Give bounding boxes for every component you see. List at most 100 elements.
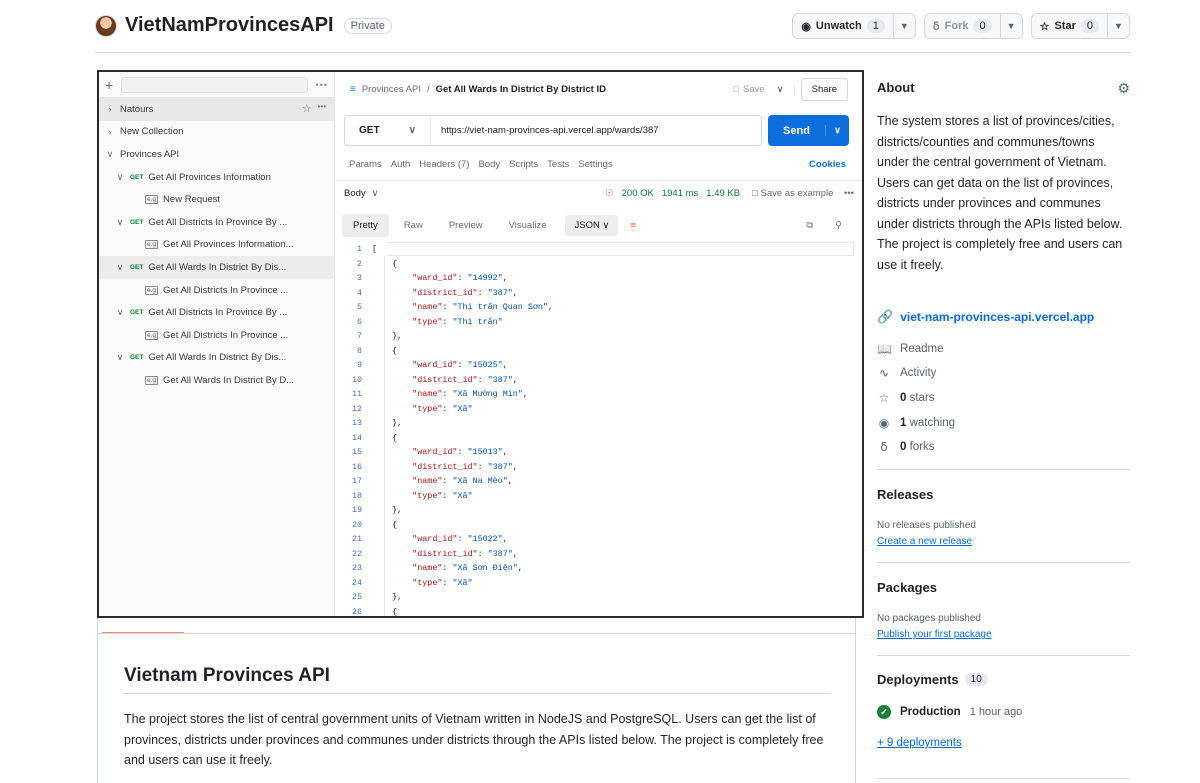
readme-link[interactable]: 📖 Readme <box>877 342 943 356</box>
deployments-heading[interactable]: Deployments 10 <box>877 672 988 687</box>
plus-icon: + <box>105 76 114 93</box>
star-dropdown-button[interactable]: ▼ <box>1107 14 1129 38</box>
json-punct <box>372 534 412 544</box>
tree-item-label: Get All Districts In Province By ... <box>148 216 288 228</box>
fork-button[interactable]: ẟ Fork 0 <box>925 14 1000 38</box>
request-tab: Tests <box>547 159 570 170</box>
chevron-down-icon: ∨ <box>106 148 114 159</box>
json-punct: : <box>442 389 453 400</box>
more-deployments-link[interactable]: + 9 deployments <box>877 737 962 749</box>
create-release-link[interactable]: Create a new release <box>877 536 972 547</box>
code-text: "name": "Xã Sơn Điện", <box>372 563 523 573</box>
view-tab: Raw <box>403 219 423 231</box>
deployments-count: 10 <box>964 673 988 686</box>
forks-link[interactable]: ẟ 0 forks <box>877 440 934 454</box>
tree-item-label: Provinces API <box>120 148 180 160</box>
tree-item: e.g Get All Wards In District By D... <box>99 369 334 392</box>
code-line: 24 "type": "Xã" <box>336 576 862 591</box>
activity-link[interactable]: ∿ Activity <box>877 366 936 380</box>
packages-heading[interactable]: Packages <box>877 580 937 595</box>
code-line: 23 "name": "Xã Sơn Điện", <box>336 561 862 576</box>
response-status: ☉ 200 OK 1941 ms 1.49 KB <box>605 188 740 199</box>
json-value: "15022" <box>467 534 503 545</box>
homepage-link[interactable]: 🔗 viet-nam-provinces-api.vercel.app <box>877 309 1094 325</box>
unwatch-button[interactable]: ◉ Unwatch 1 <box>793 14 893 38</box>
example-icon: e.g <box>145 285 159 295</box>
code-text: "ward_id": "15022", <box>372 534 508 544</box>
code-text: "type": "Xã" <box>372 577 472 588</box>
send-button: Send ∨ <box>768 115 849 146</box>
save-example-button: □ Save as example ••• <box>752 188 854 199</box>
gear-icon[interactable]: ⚙ <box>1117 80 1130 97</box>
packages-empty-text: No packages published <box>877 613 981 624</box>
response-bar: Body ∨ ☉ 200 OK 1941 ms 1.49 KB □ Save a… <box>336 180 862 206</box>
tree-item-actions: ☆ ••• <box>302 102 326 115</box>
code-highlight-line <box>388 242 854 256</box>
line-number: 11 <box>351 389 362 400</box>
json-key: "type" <box>412 490 443 501</box>
tree-item-label: New Collection <box>120 126 184 138</box>
line-number: 14 <box>351 432 362 443</box>
response-time: 1941 ms <box>661 188 699 199</box>
example-icon: e.g <box>145 195 159 205</box>
wrap-lines-icon: ≡ <box>630 219 636 231</box>
json-key: "district_id" <box>412 461 478 472</box>
code-text: "ward_id": "15025", <box>372 360 508 370</box>
code-line: 19 }, <box>336 503 862 518</box>
deployment-time: 1 hour ago <box>969 706 1023 718</box>
repo-name[interactable]: VietNamProvincesAPI <box>125 14 334 37</box>
line-number: 6 <box>356 316 362 327</box>
json-punct <box>372 491 412 501</box>
tree-item: e.g New Request <box>99 188 334 211</box>
json-punct <box>372 302 412 312</box>
unwatch-label: Unwatch <box>815 20 862 32</box>
star-button[interactable]: ☆ Star 0 <box>1032 14 1107 38</box>
tree-item-label: New Request <box>163 194 221 206</box>
json-key: "type" <box>412 577 443 588</box>
view-tab: Visualize <box>508 219 547 231</box>
watching-link[interactable]: ◉ 1 watching <box>877 416 955 430</box>
code-text: "district_id": "387", <box>372 549 518 559</box>
json-value: "Xã Sơn Điện" <box>452 563 518 574</box>
json-punct <box>372 317 412 327</box>
json-key: "district_id" <box>412 374 478 385</box>
code-text: "name": "Xã Na Mèo", <box>372 476 513 486</box>
json-punct: : <box>477 287 488 298</box>
json-punct <box>372 563 412 573</box>
code-line: 5 "name": "Thị trấn Quan Sơn", <box>336 300 862 315</box>
triangle-down-icon: ▼ <box>899 21 909 31</box>
json-punct: : <box>442 490 453 501</box>
postman-tab-bar: ≡ Provinces API / Get All Wards In Distr… <box>336 72 862 106</box>
releases-heading[interactable]: Releases <box>877 487 933 502</box>
json-value: "387" <box>487 461 513 472</box>
copy-icon: ⧉ <box>806 219 814 231</box>
url-text: https://viet-nam-provinces-api.vercel.ap… <box>441 125 659 136</box>
owner-avatar[interactable] <box>95 14 117 37</box>
json-punct: : <box>477 374 488 385</box>
tree-item: e.g Get All Provinces Information... <box>99 234 334 257</box>
star-label: Star <box>1054 20 1076 32</box>
json-punct: : <box>442 563 453 574</box>
link-icon: 🔗 <box>877 309 894 324</box>
json-punct: : <box>477 548 488 559</box>
fork-dropdown-button[interactable]: ▼ <box>999 14 1022 38</box>
code-text: "type": "Xã" <box>372 490 472 501</box>
deployment-row[interactable]: ✓ Production 1 hour ago <box>877 705 1022 719</box>
tree-item-label: Get All Wards In District By D... <box>163 374 295 386</box>
code-line: 22 "district_id": "387", <box>336 547 862 562</box>
publish-package-link[interactable]: Publish your first package <box>877 629 992 640</box>
line-number: 18 <box>351 490 362 501</box>
readme-paragraph: The project stores the list of central g… <box>124 712 824 767</box>
chevron-right-icon: › <box>108 126 112 137</box>
stars-link[interactable]: ☆ 0 stars <box>877 391 935 405</box>
chevron-down-icon: ∨ <box>116 216 124 227</box>
response-tools: ⧉ ⚲ <box>806 220 842 231</box>
code-line: 26 { <box>336 605 862 616</box>
method-badge: GET <box>130 173 144 181</box>
json-punct: , <box>512 287 518 298</box>
json-key: "name" <box>412 476 443 487</box>
json-punct <box>372 549 412 559</box>
chevron-down-icon: ∨ <box>408 125 416 136</box>
watch-dropdown-button[interactable]: ▼ <box>892 14 915 38</box>
json-value: "14992" <box>467 273 503 284</box>
